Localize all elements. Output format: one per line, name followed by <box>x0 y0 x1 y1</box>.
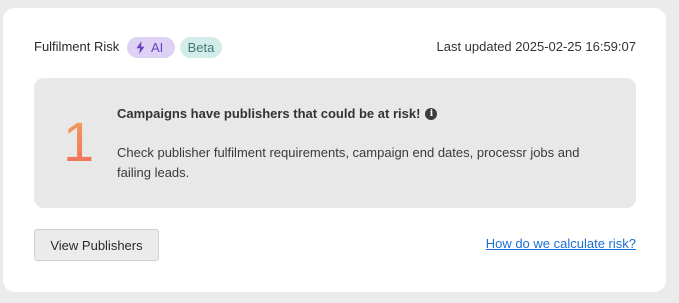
last-updated-timestamp: Last updated 2025-02-25 16:59:07 <box>436 39 636 54</box>
calculate-risk-link[interactable]: How do we calculate risk? <box>486 236 636 252</box>
view-publishers-button[interactable]: View Publishers <box>34 229 159 261</box>
beta-badge: Beta <box>180 37 222 58</box>
ai-badge-label: AI <box>151 40 164 55</box>
beta-badge-label: Beta <box>187 40 215 55</box>
ai-badge: AI <box>127 37 175 58</box>
info-icon[interactable]: i <box>425 108 438 120</box>
card-title: Fulfilment Risk <box>34 39 120 54</box>
alert-description: Check publisher fulfilment requirements,… <box>117 145 580 180</box>
alert-heading: Campaigns have publishers that could be … <box>117 106 438 122</box>
fulfilment-risk-card: Fulfilment Risk AI Beta Last updated 202… <box>3 8 666 292</box>
lightning-bolt-icon <box>136 41 145 54</box>
alert-heading-text: Campaigns have publishers that could be … <box>117 106 421 121</box>
risk-alert-panel: 1 Campaigns have publishers that could b… <box>34 78 636 208</box>
at-risk-count: 1 <box>63 110 95 173</box>
